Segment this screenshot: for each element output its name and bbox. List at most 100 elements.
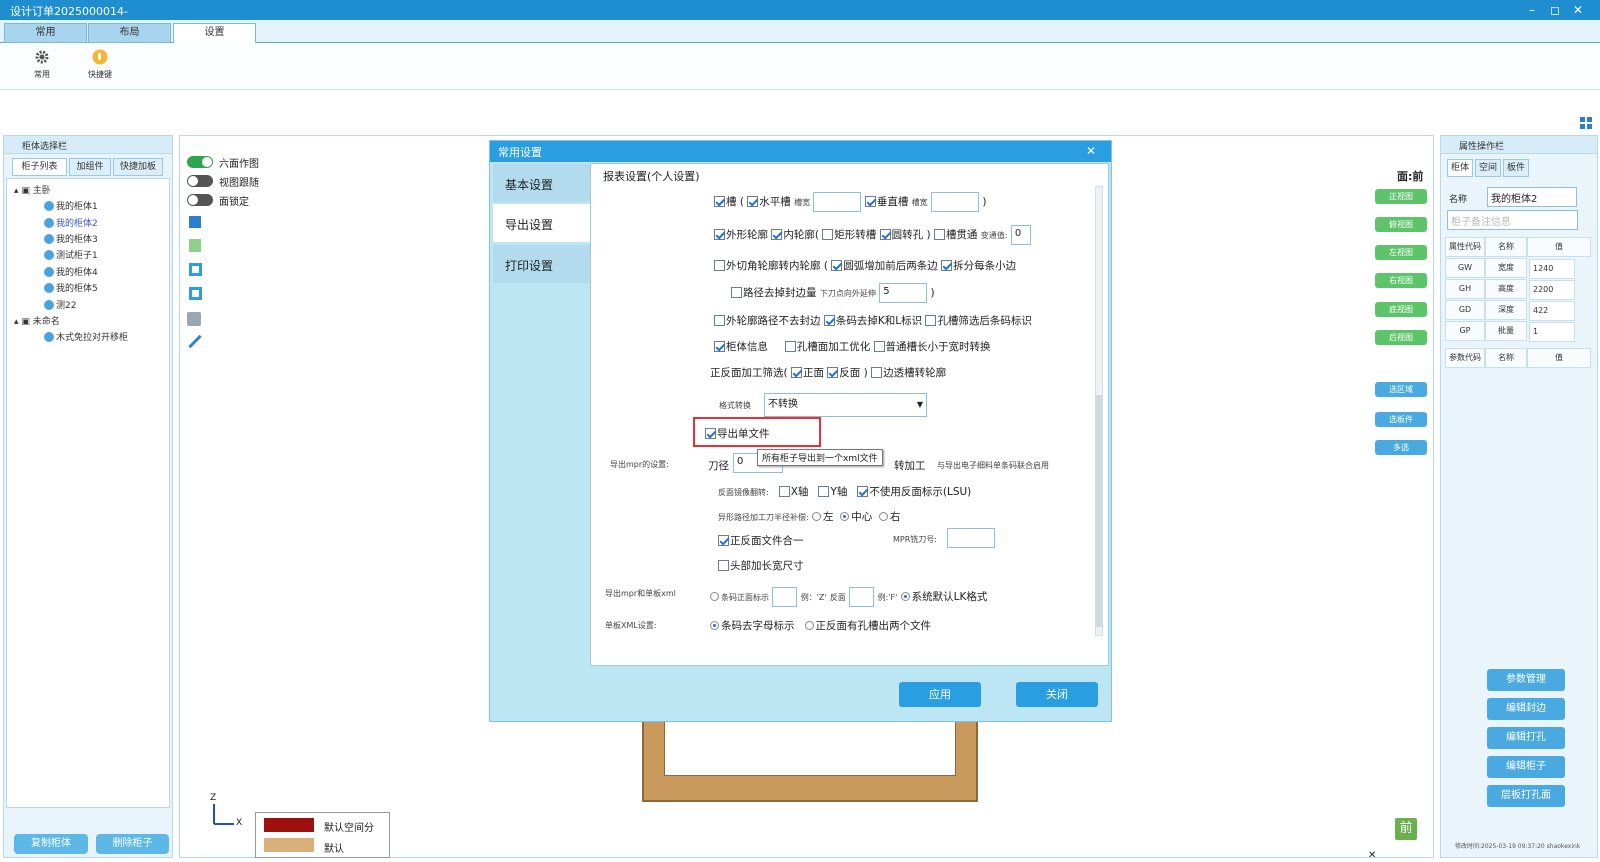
head-extend-checkbox[interactable]: [718, 560, 729, 571]
scrollbar-thumb[interactable]: [1096, 395, 1102, 627]
multi-select-button[interactable]: 多选: [1375, 440, 1427, 455]
cabinet-info-checkbox[interactable]: [714, 341, 725, 352]
tab-settings[interactable]: 设置: [173, 23, 256, 44]
comp-center-radio[interactable]: [840, 512, 850, 521]
h-slot-width-input[interactable]: [813, 192, 862, 212]
format-select[interactable]: 不转换 ▼: [764, 393, 927, 417]
cabinet-frame[interactable]: [642, 712, 978, 802]
top-view-button[interactable]: 俯视图: [1375, 217, 1427, 232]
shelf-drill-face-button[interactable]: 层板打孔面: [1487, 785, 1565, 807]
tree-item[interactable]: 测22: [44, 298, 76, 311]
tab-quick-add-board[interactable]: 快捷加板: [113, 158, 163, 176]
minimize-button[interactable]: –: [1522, 2, 1542, 18]
texture-tool-icon[interactable]: [189, 239, 201, 252]
rect-groove-checkbox[interactable]: [822, 229, 834, 240]
tree-item[interactable]: 木式免拉对开移柜: [44, 330, 128, 343]
attr-value-batch[interactable]: 1: [1529, 322, 1575, 342]
panel-tool-icon[interactable]: [189, 263, 202, 276]
inner-contour-checkbox[interactable]: [771, 229, 783, 240]
select-area-button[interactable]: 选区域: [1375, 382, 1427, 397]
outer-path-edge-checkbox[interactable]: [714, 315, 725, 326]
tree-item-selected[interactable]: 我的柜体2: [44, 216, 98, 229]
box-tool-icon[interactable]: [187, 312, 201, 326]
face-lock-toggle[interactable]: [187, 194, 213, 206]
groove-convert-checkbox[interactable]: [873, 341, 885, 352]
nav-basic-settings[interactable]: 基本设置: [493, 164, 592, 202]
lk-default-radio[interactable]: [900, 592, 910, 601]
tab-cabinet[interactable]: 柜体: [1447, 159, 1473, 177]
ribbon-shortcut-button[interactable]: 快捷键: [78, 47, 122, 85]
tree-group-unnamed[interactable]: ▴ ▣ 未命名: [14, 314, 60, 327]
split-edge-checkbox[interactable]: [941, 260, 953, 271]
tree-item[interactable]: 测试柜子1: [44, 248, 98, 261]
edge-groove-checkbox[interactable]: [871, 367, 883, 378]
path-edge-checkbox[interactable]: [731, 287, 742, 298]
tab-board[interactable]: 板件: [1503, 159, 1529, 177]
y-axis-checkbox[interactable]: [818, 486, 830, 497]
arc-edge-checkbox[interactable]: [831, 260, 843, 271]
bottom-view-button[interactable]: 底视图: [1375, 302, 1427, 317]
tab-add-component[interactable]: 加组件: [69, 158, 111, 176]
barcode-front-input[interactable]: [772, 587, 798, 607]
tree-item[interactable]: 我的柜体4: [44, 265, 98, 278]
cabinet-name-input[interactable]: 我的柜体2: [1487, 187, 1577, 207]
attr-value-depth[interactable]: 422: [1529, 301, 1575, 321]
ribbon-common-button[interactable]: 常用: [20, 47, 64, 85]
hole-filter-checkbox[interactable]: [925, 315, 937, 326]
tab-common[interactable]: 常用: [4, 23, 87, 43]
comp-right-radio[interactable]: [878, 512, 888, 521]
workspace-close-mark[interactable]: ✕: [1368, 850, 1376, 861]
dialog-close-icon[interactable]: ✕: [1086, 144, 1096, 158]
barcode-letter-radio[interactable]: [710, 621, 719, 630]
back-view-button[interactable]: 后视图: [1375, 330, 1427, 345]
apply-button[interactable]: 应用: [899, 682, 981, 707]
attr-value-width[interactable]: 1240: [1529, 259, 1575, 279]
two-files-radio[interactable]: [804, 621, 814, 630]
edit-edge-button[interactable]: 编辑封边: [1487, 698, 1565, 720]
grid-icon[interactable]: [1580, 117, 1592, 129]
left-view-button[interactable]: 左视图: [1375, 245, 1427, 260]
view-follow-toggle[interactable]: [187, 175, 213, 187]
barcode-back-input[interactable]: [849, 587, 875, 607]
front-face-checkbox[interactable]: [790, 367, 802, 378]
tab-cabinet-list[interactable]: 柜子列表: [12, 158, 67, 176]
outer-contour-checkbox[interactable]: [714, 229, 725, 240]
groove-checkbox[interactable]: [714, 196, 725, 207]
grid-tool-icon[interactable]: [189, 216, 201, 228]
tab-layout[interactable]: 布局: [88, 23, 171, 43]
nav-print-settings[interactable]: 打印设置: [493, 245, 592, 283]
v-groove-checkbox[interactable]: [864, 196, 876, 207]
tab-space[interactable]: 空间: [1475, 159, 1501, 177]
front-view-button[interactable]: 正视图: [1375, 189, 1427, 204]
lsu-checkbox[interactable]: [857, 486, 869, 497]
export-single-checkbox[interactable]: [705, 428, 716, 439]
tree-item[interactable]: 我的柜体1: [44, 199, 98, 212]
scrollbar[interactable]: [1095, 186, 1103, 636]
groove-through-checkbox[interactable]: [933, 229, 945, 240]
copy-cabinet-button[interactable]: 复制柜体: [14, 834, 88, 854]
h-groove-checkbox[interactable]: [747, 196, 759, 207]
knife-extend-input[interactable]: 5: [879, 283, 928, 303]
param-manage-button[interactable]: 参数管理: [1487, 669, 1565, 691]
tree-item[interactable]: 我的柜体3: [44, 232, 98, 245]
edit-cabinet-button[interactable]: 编辑柜子: [1487, 756, 1565, 778]
tree-item[interactable]: 我的柜体5: [44, 281, 98, 294]
barcode-front-radio[interactable]: [710, 592, 719, 601]
maximize-button[interactable]: ◻: [1545, 2, 1565, 18]
front-face-badge[interactable]: 前: [1395, 818, 1417, 840]
attr-value-height[interactable]: 2200: [1529, 280, 1575, 300]
six-face-toggle[interactable]: [187, 156, 213, 168]
change-value-input[interactable]: 0: [1010, 225, 1031, 245]
back-face-checkbox[interactable]: [827, 367, 839, 378]
close-window-button[interactable]: ✕: [1568, 2, 1588, 18]
cabinet-note-input[interactable]: 柜子备注信息: [1447, 210, 1578, 230]
x-axis-checkbox[interactable]: [778, 486, 790, 497]
hole-optimize-checkbox[interactable]: [784, 341, 796, 352]
select-board-button[interactable]: 选板件: [1375, 412, 1427, 427]
comp-left-radio[interactable]: [812, 512, 822, 521]
nav-export-settings[interactable]: 导出设置: [493, 204, 592, 242]
edit-drill-button[interactable]: 编辑打孔: [1487, 727, 1565, 749]
outer-cut-checkbox[interactable]: [714, 260, 725, 271]
round-hole-checkbox[interactable]: [879, 229, 891, 240]
v-slot-width-input[interactable]: [931, 192, 980, 212]
